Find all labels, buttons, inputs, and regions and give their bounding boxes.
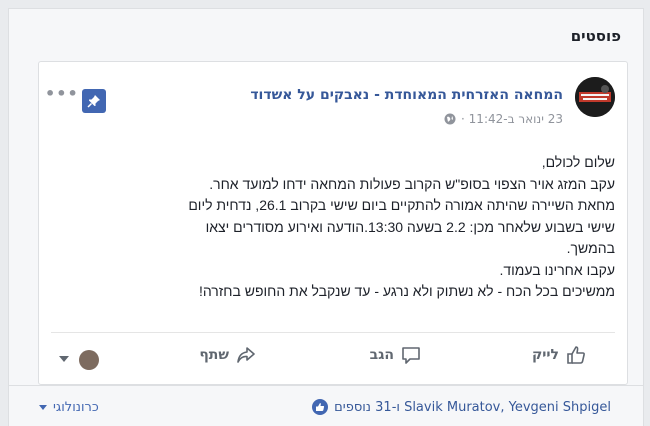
sort-label: כרונולוגי bbox=[53, 400, 99, 415]
post-text-line: שישי בשבוע שלאחר מכן: 2.2 בשעה 13:30.הוד… bbox=[205, 218, 615, 235]
comment-icon bbox=[402, 347, 420, 364]
share-label: שתף bbox=[199, 347, 229, 363]
post-meta: 23 ינואר ב-11:42 · bbox=[444, 112, 563, 126]
globe-icon bbox=[444, 113, 456, 125]
likes-bar: Slavik Muratov, Yevgeni Shpigel ו-31 נוס… bbox=[9, 385, 643, 426]
chevron-down-icon[interactable] bbox=[59, 356, 69, 362]
post-card: המחאה האזרחית המאוחדת - נאבקים על אשדוד … bbox=[38, 61, 628, 385]
post-text-line: עקב המזג אויר הצפוי בסופ"ש הקרוב פעולות … bbox=[209, 175, 615, 192]
post-text-line: מחאת השיירה שהיתה אמורה להתקיים ביום שיש… bbox=[188, 197, 615, 213]
post-text: שלום לכולם, עקב המזג אויר הצפוי בסופ"ש ה… bbox=[55, 152, 615, 303]
pin-icon[interactable] bbox=[82, 89, 106, 113]
divider bbox=[51, 332, 615, 333]
page-avatar[interactable] bbox=[575, 77, 615, 117]
like-button[interactable]: לייק bbox=[532, 344, 587, 366]
post-text-line: בהמשך. bbox=[566, 240, 615, 256]
like-reaction-icon bbox=[312, 399, 329, 415]
post-text-line: עקבו אחרינו בעמוד. bbox=[499, 261, 615, 278]
thumbs-up-icon bbox=[567, 346, 585, 364]
sort-dropdown[interactable]: כרונולוגי bbox=[39, 400, 99, 415]
user-avatar[interactable] bbox=[79, 350, 99, 370]
section-title: פוסטים bbox=[570, 27, 621, 45]
likes-names[interactable]: Slavik Muratov, Yevgeni Shpigel ו-31 נוס… bbox=[334, 400, 611, 415]
share-button[interactable]: שתף bbox=[199, 344, 257, 366]
like-label: לייק bbox=[531, 347, 559, 363]
page-name-link[interactable]: המחאה האזרחית המאוחדת - נאבקים על אשדוד bbox=[250, 87, 563, 103]
more-options-icon[interactable]: ••• bbox=[45, 84, 79, 103]
timestamp-link[interactable]: 23 ינואר ב-11:42 · bbox=[461, 112, 563, 126]
chevron-down-icon bbox=[39, 405, 47, 410]
post-text-line: ממשיכים בכל הכח - לא נשתוק ולא נרגע - עד… bbox=[198, 283, 615, 299]
comment-button[interactable]: הגב bbox=[370, 344, 422, 366]
post-text-line: שלום לכולם, bbox=[541, 154, 615, 170]
posts-panel: פוסטים המחאה האזרחית המאוחדת - נאבקים על… bbox=[8, 8, 644, 426]
share-arrow-icon bbox=[237, 347, 255, 363]
post-actions: לייק הגב שתף bbox=[39, 338, 627, 374]
comment-label: הגב bbox=[369, 347, 394, 363]
likes-summary[interactable]: Slavik Muratov, Yevgeni Shpigel ו-31 נוס… bbox=[312, 399, 611, 415]
